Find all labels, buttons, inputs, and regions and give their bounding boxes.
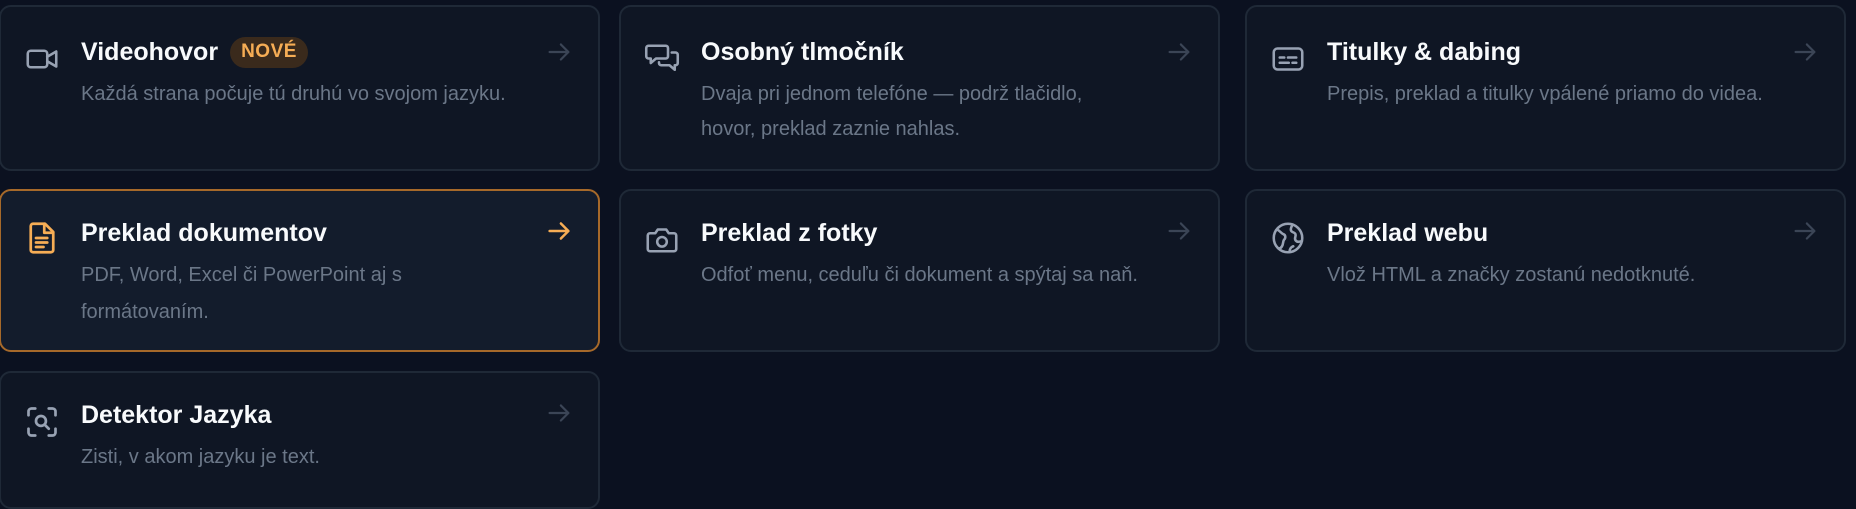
card-title: Videohovor [81, 37, 219, 66]
card-description: Vlož HTML a značky zostanú nedotknuté. [1327, 264, 1696, 286]
card-title: Preklad dokumentov [81, 218, 327, 247]
arrow-right-icon [1164, 37, 1194, 67]
card-title-row: Preklad dokumentov [81, 215, 327, 251]
card-description: Prepis, preklad a titulky vpálené priamo… [1327, 83, 1763, 105]
arrow-right-icon [1164, 216, 1194, 246]
card-title-row: Titulky & dabing [1327, 34, 1521, 70]
document-icon [24, 220, 60, 256]
card-title-row: Videohovor NOVÉ [81, 34, 308, 70]
arrow-right-icon [1790, 216, 1820, 246]
scan-search-icon [24, 404, 60, 440]
card-preklad-z-fotky[interactable]: Preklad z fotky Odfoť menu, ceduľu či do… [619, 189, 1220, 352]
card-description: Zisti, v akom jazyku je text. [81, 446, 320, 468]
card-titulky-dabing[interactable]: Titulky & dabing Prepis, preklad a titul… [1245, 5, 1846, 171]
card-title: Preklad z fotky [701, 218, 878, 247]
card-preklad-webu[interactable]: Preklad webu Vlož HTML a značky zostanú … [1245, 189, 1846, 352]
video-camera-icon [24, 41, 60, 77]
card-title: Preklad webu [1327, 218, 1489, 247]
subtitles-icon [1270, 41, 1306, 77]
card-title: Detektor Jazyka [81, 400, 272, 429]
card-title: Osobný tlmočník [701, 37, 904, 66]
card-description: Odfoť menu, ceduľu či dokument a spýtaj … [701, 264, 1138, 286]
card-description: Každá strana počuje tú druhú vo svojom j… [81, 83, 506, 105]
card-osobny-tlmocnik[interactable]: Osobný tlmočník Dvaja pri jednom telefón… [619, 5, 1220, 171]
card-title: Titulky & dabing [1327, 37, 1521, 66]
card-title-row: Preklad webu [1327, 215, 1488, 251]
globe-icon [1270, 220, 1306, 256]
card-title-row: Detektor Jazyka [81, 397, 271, 433]
card-preklad-dokumentov[interactable]: Preklad dokumentov PDF, Word, Excel či P… [0, 189, 600, 352]
arrow-right-icon [544, 216, 574, 246]
card-title-row: Osobný tlmočník [701, 34, 904, 70]
chat-bubbles-icon [644, 39, 680, 75]
camera-icon [644, 222, 680, 258]
card-detektor-jazyka[interactable]: Detektor Jazyka Zisti, v akom jazyku je … [0, 371, 600, 509]
card-description: PDF, Word, Excel či PowerPoint aj s form… [81, 264, 402, 323]
arrow-right-icon [544, 398, 574, 428]
arrow-right-icon [1790, 37, 1820, 67]
card-description: Dvaja pri jednom telefóne — podrž tlačid… [701, 83, 1083, 140]
new-badge: NOVÉ [230, 36, 308, 68]
card-videohovor[interactable]: Videohovor NOVÉ Každá strana počuje tú d… [0, 5, 600, 171]
arrow-right-icon [544, 37, 574, 67]
tools-grid: Videohovor NOVÉ Každá strana počuje tú d… [0, 0, 1856, 509]
card-title-row: Preklad z fotky [701, 215, 877, 251]
